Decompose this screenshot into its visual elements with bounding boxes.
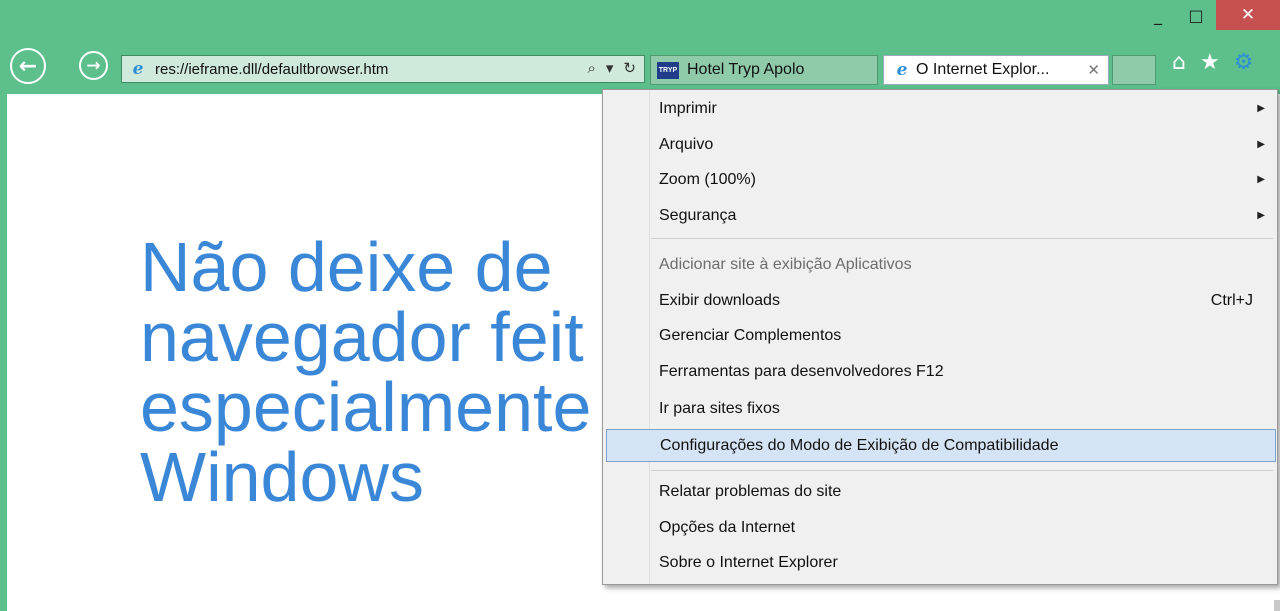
submenu-arrow-icon: ▶	[1257, 174, 1265, 185]
menu-item-compatibilidade[interactable]: Configurações do Modo de Exibição de Com…	[606, 429, 1276, 462]
forward-button[interactable]: →	[79, 51, 108, 80]
menu-item-sobre-ie[interactable]: Sobre o Internet Explorer	[603, 546, 1277, 579]
address-bar[interactable]: e res://ieframe.dll/defaultbrowser.htm ⌕…	[121, 55, 645, 83]
back-arrow-icon: ←	[18, 53, 38, 79]
menu-separator	[651, 470, 1273, 471]
favorites-star-icon[interactable]: ★	[1200, 50, 1220, 75]
page-headline: Não deixe de navegador feit especialment…	[140, 232, 591, 512]
menu-item-gerenciar-complementos[interactable]: Gerenciar Complementos	[603, 319, 1277, 352]
tab-hotel-tryp-apolo[interactable]: TRYP Hotel Tryp Apolo	[650, 55, 878, 85]
headline-line: Não deixe de	[140, 228, 553, 306]
search-icon[interactable]: ⌕	[587, 59, 595, 77]
tryp-favicon-icon: TRYP	[657, 61, 679, 79]
menu-item-imprimir[interactable]: Imprimir ▶	[603, 92, 1277, 125]
tab-label: O Internet Explor...	[916, 61, 1050, 78]
gear-icon[interactable]: ⚙	[1234, 50, 1254, 75]
chevron-down-icon[interactable]: ▾	[606, 59, 614, 77]
scrollbar-edge[interactable]	[1274, 600, 1280, 611]
close-button[interactable]: ✕	[1216, 0, 1280, 30]
new-tab-button[interactable]	[1112, 55, 1156, 85]
menu-item-ferramentas-f12[interactable]: Ferramentas para desenvolvedores F12	[603, 355, 1277, 388]
tab-internet-explorer[interactable]: e O Internet Explor... ✕	[883, 55, 1109, 85]
menu-item-seguranca[interactable]: Segurança ▶	[603, 199, 1277, 232]
headline-line: Windows	[140, 438, 424, 516]
menu-item-opcoes-internet[interactable]: Opções da Internet	[603, 511, 1277, 544]
minimize-button[interactable]: _	[1140, 0, 1176, 30]
menu-item-relatar-problemas[interactable]: Relatar problemas do site	[603, 475, 1277, 508]
submenu-arrow-icon: ▶	[1257, 103, 1265, 114]
ie-favicon-icon: e	[896, 60, 908, 80]
menu-item-adicionar-site: Adicionar site à exibição Aplicativos	[659, 255, 912, 273]
submenu-arrow-icon: ▶	[1257, 210, 1265, 221]
ie-logo-icon: e	[132, 59, 144, 79]
headline-line: navegador feit	[140, 298, 584, 376]
tab-label: Hotel Tryp Apolo	[687, 61, 805, 78]
menu-separator	[651, 238, 1273, 239]
menu-item-exibir-downloads[interactable]: Exibir downloads Ctrl+J	[603, 284, 1277, 317]
menu-item-arquivo[interactable]: Arquivo ▶	[603, 128, 1277, 161]
submenu-arrow-icon: ▶	[1257, 139, 1265, 150]
tab-close-icon[interactable]: ✕	[1087, 61, 1100, 79]
menu-item-sites-fixos[interactable]: Ir para sites fixos	[603, 392, 1277, 425]
frame-left-edge	[0, 94, 7, 611]
menu-item-zoom[interactable]: Zoom (100%) ▶	[603, 163, 1277, 196]
address-url[interactable]: res://ieframe.dll/defaultbrowser.htm	[155, 61, 388, 78]
refresh-icon[interactable]: ↻	[623, 59, 636, 77]
shortcut-label: Ctrl+J	[1210, 291, 1253, 309]
maximize-button[interactable]: □	[1176, 0, 1216, 30]
forward-arrow-icon: →	[86, 55, 101, 76]
home-icon[interactable]: ⌂	[1172, 50, 1186, 75]
headline-line: especialmente	[140, 368, 592, 446]
tools-context-menu: Imprimir ▶ Arquivo ▶ Zoom (100%) ▶ Segur…	[602, 89, 1278, 585]
back-button[interactable]: ←	[10, 48, 46, 84]
